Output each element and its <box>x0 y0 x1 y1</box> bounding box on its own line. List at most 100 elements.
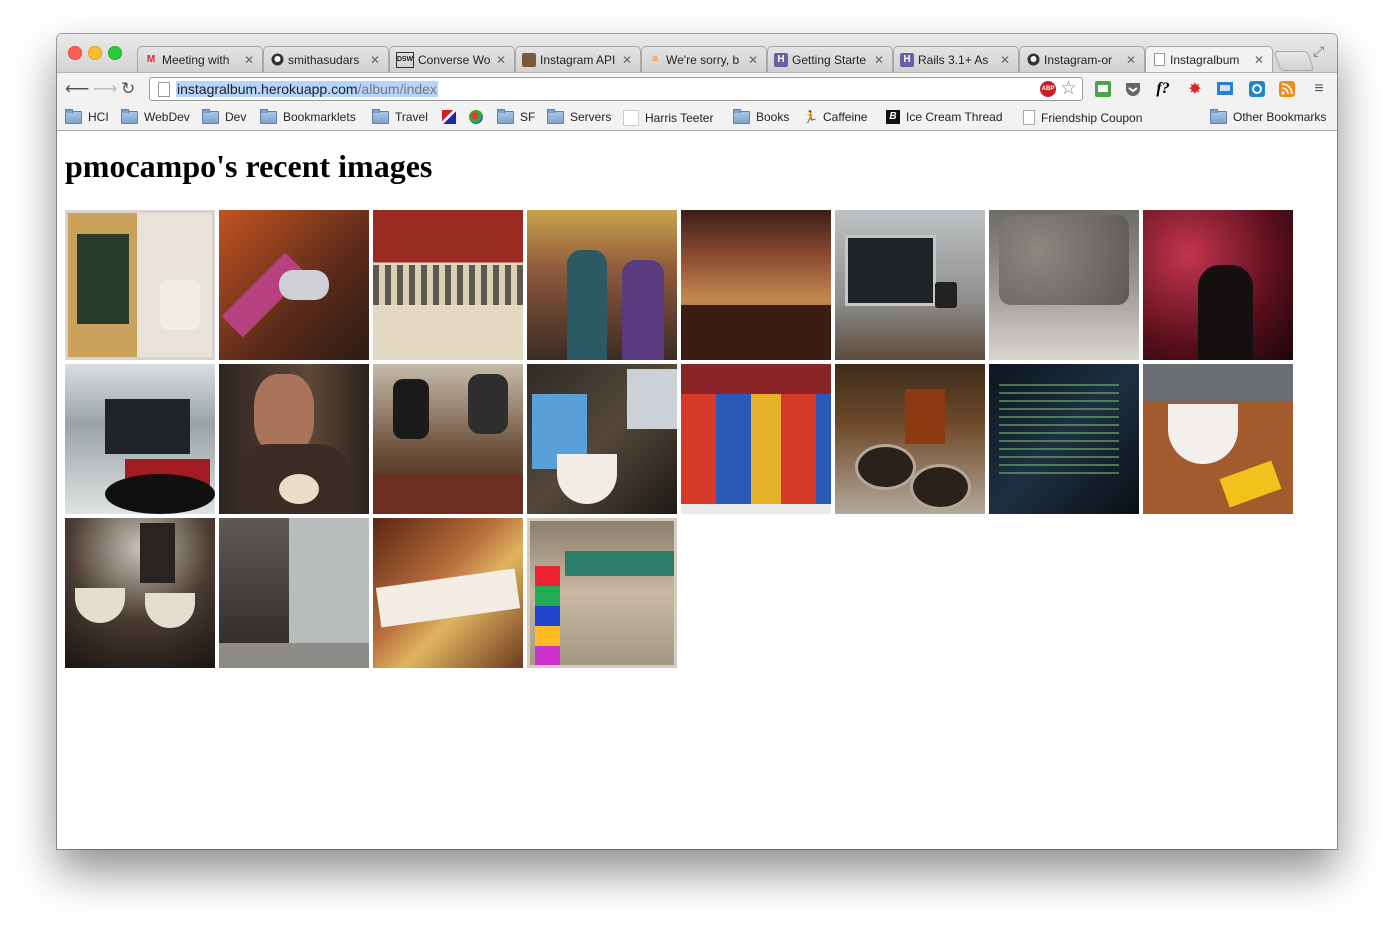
photo-thumbnail[interactable] <box>219 364 369 514</box>
photo-thumbnail[interactable] <box>527 518 677 668</box>
close-tab-icon[interactable]: ✕ <box>1124 53 1138 67</box>
photo-thumbnail[interactable] <box>65 210 215 360</box>
page-title: pmocampo's recent images <box>65 148 433 184</box>
bookmark-servers[interactable]: Servers <box>547 108 612 124</box>
bookmarks-bar: HCI WebDev Dev Bookmarklets Travel SF Se… <box>57 106 1337 131</box>
photo-thumbnail[interactable] <box>1143 210 1293 360</box>
bookmark-hci[interactable]: HCI <box>65 108 109 124</box>
tab-converse[interactable]: DSW Converse Wo ✕ <box>389 46 515 72</box>
photo-thumbnail[interactable] <box>989 364 1139 514</box>
puzzle-icon <box>469 110 483 124</box>
browser-window: M Meeting with ✕ smithasudars ✕ DSW Conv… <box>57 34 1337 849</box>
photo-thumbnail[interactable] <box>989 210 1139 360</box>
photo-thumbnail[interactable] <box>835 210 985 360</box>
bookmark-bookmarklets[interactable]: Bookmarklets <box>260 108 356 124</box>
close-tab-icon[interactable]: ✕ <box>494 53 508 67</box>
photo-thumbnail[interactable] <box>527 364 677 514</box>
tab-github-instagram[interactable]: Instagram-or ✕ <box>1019 46 1145 72</box>
gmail-icon: M <box>146 54 156 65</box>
photo-thumbnail[interactable] <box>373 210 523 360</box>
folder-icon <box>260 108 277 124</box>
photo-thumbnail[interactable] <box>219 518 369 668</box>
bookmark-books[interactable]: Books <box>733 108 789 124</box>
bookmark-puzzle[interactable] <box>469 110 489 124</box>
bookmark-webdev[interactable]: WebDev <box>121 108 190 124</box>
photo-thumbnail[interactable] <box>65 518 215 668</box>
heroku-icon: H <box>774 52 788 67</box>
page-icon <box>1023 110 1035 125</box>
tab-heroku-rails[interactable]: H Rails 3.1+ As ✕ <box>893 46 1019 72</box>
close-tab-icon[interactable]: ✕ <box>746 53 760 67</box>
page-content: pmocampo's recent images <box>57 131 1337 849</box>
url-text[interactable]: instagralbum.herokuapp.com/album/index <box>176 81 438 97</box>
pocket-icon[interactable] <box>1123 79 1143 99</box>
bookmark-label: Dev <box>225 110 247 124</box>
bookmark-dev[interactable]: Dev <box>202 108 247 124</box>
burst-icon[interactable]: ✸ <box>1185 79 1205 99</box>
bookmark-sf[interactable]: SF <box>497 108 535 124</box>
close-window-button[interactable] <box>68 46 82 60</box>
toolbar: ⟵ ⟶ ↻ instagralbum.herokuapp.com/album/i… <box>57 72 1337 107</box>
print-icon[interactable] <box>1093 79 1113 99</box>
minimize-window-button[interactable] <box>88 46 102 60</box>
screenshot-icon[interactable] <box>1215 79 1235 99</box>
page-icon <box>623 110 639 126</box>
close-tab-icon[interactable]: ✕ <box>242 53 256 67</box>
github-icon <box>270 53 284 67</box>
close-tab-icon[interactable]: ✕ <box>998 53 1012 67</box>
fullscreen-icon[interactable]: ⤢ <box>1313 43 1324 60</box>
bookmark-ice-cream-thread[interactable]: B Ice Cream Thread <box>886 110 1003 124</box>
tab-title: smithasudars <box>288 52 360 67</box>
forward-arrow-icon[interactable]: ⟶ <box>93 79 117 99</box>
dsw-icon: DSW <box>396 51 414 68</box>
close-tab-icon[interactable]: ✕ <box>620 53 634 67</box>
folder-icon <box>65 108 82 124</box>
close-tab-icon[interactable]: ✕ <box>1252 53 1266 67</box>
bookmark-label: Servers <box>570 110 612 124</box>
tab-title: Instagralbum <box>1170 52 1240 67</box>
font-identifier-icon[interactable]: f? <box>1153 79 1173 99</box>
tab-strip: M Meeting with ✕ smithasudars ✕ DSW Conv… <box>57 34 1337 72</box>
bookmark-other-bookmarks[interactable]: Other Bookmarks <box>1210 108 1326 124</box>
photo-thumbnail[interactable] <box>681 364 831 514</box>
reload-icon[interactable]: ↻ <box>121 79 135 99</box>
bookmark-friendship-coupon[interactable]: Friendship Coupon <box>1023 110 1142 125</box>
address-bar[interactable]: instagralbum.herokuapp.com/album/index A… <box>149 77 1083 101</box>
photo-thumbnail[interactable] <box>527 210 677 360</box>
folder-icon <box>733 108 750 124</box>
bookmark-star-icon[interactable]: ☆ <box>1060 77 1077 100</box>
photo-thumbnail[interactable] <box>373 364 523 514</box>
page-icon <box>158 82 170 97</box>
tab-meeting[interactable]: M Meeting with ✕ <box>137 46 263 72</box>
photo-thumbnail[interactable] <box>219 210 369 360</box>
rss-icon[interactable] <box>1277 79 1297 99</box>
tab-stackoverflow[interactable]: ≡ We're sorry, b ✕ <box>641 46 767 72</box>
photo-thumbnail[interactable] <box>835 364 985 514</box>
tab-instagram-api[interactable]: Instagram API ✕ <box>515 46 641 72</box>
menu-icon[interactable]: ≡ <box>1309 79 1329 99</box>
maximize-window-button[interactable] <box>108 46 122 60</box>
photo-thumbnail[interactable] <box>373 518 523 668</box>
tab-title: Rails 3.1+ As <box>918 52 989 67</box>
close-tab-icon[interactable]: ✕ <box>872 53 886 67</box>
back-arrow-icon[interactable]: ⟵ <box>65 79 89 99</box>
bookmark-label: Bookmarklets <box>283 110 356 124</box>
tab-github[interactable]: smithasudars ✕ <box>263 46 389 72</box>
tab-instagralbum[interactable]: Instagralbum ✕ <box>1145 46 1273 72</box>
circle-target-icon[interactable] <box>1247 79 1267 99</box>
tab-heroku-getting-started[interactable]: H Getting Starte ✕ <box>767 46 893 72</box>
b-icon: B <box>886 110 900 124</box>
close-tab-icon[interactable]: ✕ <box>368 53 382 67</box>
photo-thumbnail[interactable] <box>681 210 831 360</box>
adblock-icon[interactable]: ABP <box>1040 81 1056 97</box>
heroku-icon: H <box>900 52 914 67</box>
photo-thumbnail[interactable] <box>65 364 215 514</box>
bookmark-caffeine[interactable]: 🏃 Caffeine <box>803 110 867 124</box>
bookmark-harris-teeter[interactable]: Harris Teeter <box>623 110 713 126</box>
bookmark-travel[interactable]: Travel <box>372 108 428 124</box>
url-path: /album/index <box>357 81 437 97</box>
photo-thumbnail[interactable] <box>1143 364 1293 514</box>
bookmark-flag[interactable] <box>442 110 462 124</box>
instagram-icon <box>522 52 536 67</box>
new-tab-button[interactable] <box>1273 51 1315 71</box>
